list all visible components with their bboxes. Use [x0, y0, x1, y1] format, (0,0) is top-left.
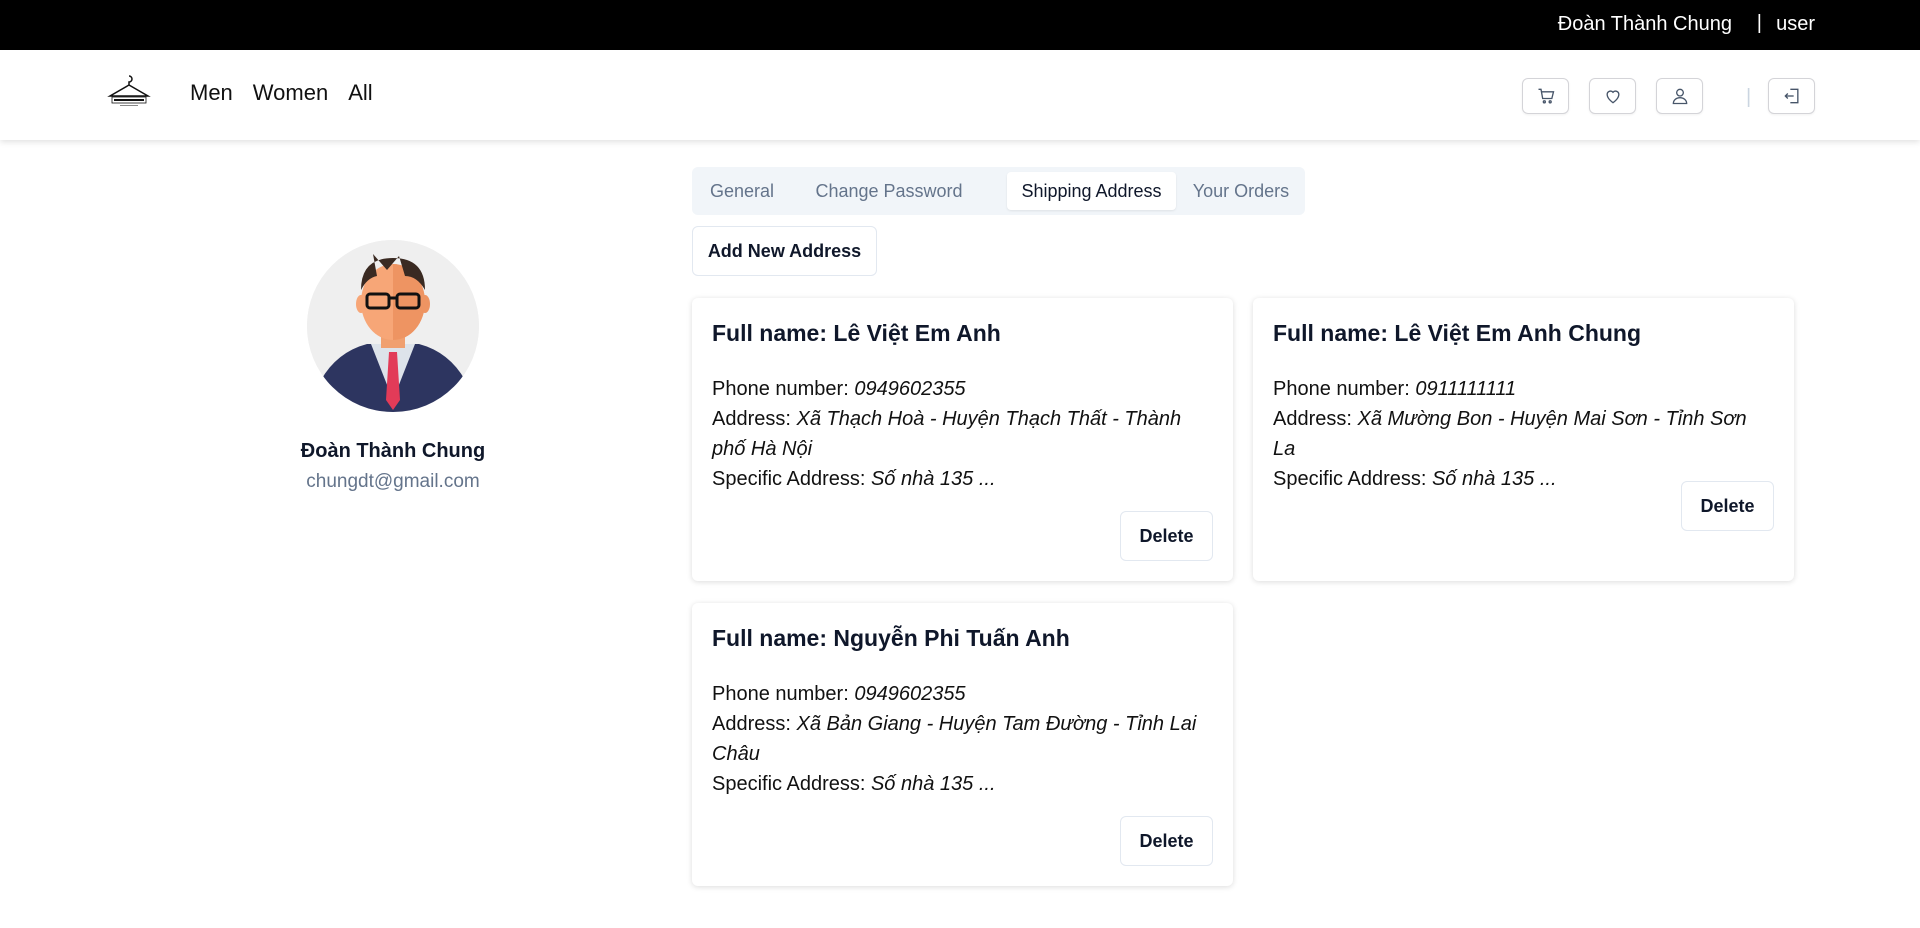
delete-button[interactable]: Delete	[1120, 816, 1213, 866]
phone-line: Phone number: 0911111111	[1273, 374, 1773, 404]
specific-value: Số nhà 135 ...	[870, 773, 996, 795]
phone-value: 0911111111	[1415, 378, 1517, 400]
delete-button[interactable]: Delete	[1681, 481, 1774, 531]
address-card: Full name: Lê Việt Em Anh Chung Phone nu…	[1253, 298, 1794, 581]
specific-value: Số nhà 135 ...	[1431, 468, 1557, 490]
main-header: Men Women All |	[0, 50, 1920, 140]
profile-tabs: General Change Password Shipping Address…	[692, 167, 1305, 215]
address-line: Address: Xã Bản Giang - Huyện Tam Đường …	[712, 709, 1212, 769]
specific-value: Số nhà 135 ...	[870, 468, 996, 490]
specific-line: Specific Address: Số nhà 135 ...	[712, 769, 1212, 799]
address-label: Address:	[1273, 408, 1358, 430]
address-full-name: Full name: Nguyễn Phi Tuấn Anh	[712, 625, 1070, 651]
phone-label: Phone number:	[712, 683, 855, 705]
specific-label: Specific Address:	[712, 468, 871, 490]
address-full-name: Full name: Lê Việt Em Anh Chung	[1273, 320, 1642, 346]
address-card: Full name: Lê Việt Em Anh Phone number: …	[692, 298, 1233, 581]
tab-your-orders[interactable]: Your Orders	[1186, 172, 1296, 210]
address-details: Phone number: 0911111111 Address: Xã Mườ…	[1273, 374, 1773, 494]
address-full-name: Full name: Lê Việt Em Anh	[712, 320, 1001, 346]
wishlist-button[interactable]	[1589, 78, 1636, 114]
logout-icon	[1783, 88, 1798, 104]
header-divider: |	[1746, 86, 1752, 108]
add-new-address-button[interactable]: Add New Address	[692, 226, 877, 276]
tab-shipping-address[interactable]: Shipping Address	[1007, 172, 1176, 210]
topbar-separator: |	[1756, 12, 1762, 34]
topbar-user-role[interactable]: user	[1776, 13, 1815, 36]
phone-value: 0949602355	[854, 378, 966, 400]
phone-label: Phone number:	[712, 378, 855, 400]
phone-line: Phone number: 0949602355	[712, 374, 1212, 404]
profile-name: Đoàn Thành Chung	[300, 440, 486, 462]
nav-men[interactable]: Men	[190, 80, 233, 106]
logout-button[interactable]	[1768, 78, 1815, 114]
delete-button[interactable]: Delete	[1120, 511, 1213, 561]
address-details: Phone number: 0949602355 Address: Xã Bản…	[712, 679, 1212, 799]
phone-value: 0949602355	[854, 683, 966, 705]
account-button[interactable]	[1656, 78, 1703, 114]
brand-logo[interactable]	[106, 74, 152, 108]
address-card: Full name: Nguyễn Phi Tuấn Anh Phone num…	[692, 603, 1233, 886]
tab-general[interactable]: General	[700, 172, 784, 210]
specific-label: Specific Address:	[712, 773, 871, 795]
topbar-user-name[interactable]: Đoàn Thành Chung	[1558, 13, 1732, 36]
phone-line: Phone number: 0949602355	[712, 679, 1212, 709]
user-icon	[1672, 88, 1687, 105]
address-label: Address:	[712, 408, 797, 430]
address-label: Address:	[712, 713, 797, 735]
avatar	[307, 240, 479, 412]
phone-label: Phone number:	[1273, 378, 1416, 400]
specific-line: Specific Address: Số nhà 135 ...	[712, 464, 1212, 494]
cart-icon	[1538, 88, 1554, 104]
address-details: Phone number: 0949602355 Address: Xã Thạ…	[712, 374, 1212, 494]
main-nav: Men Women All	[190, 80, 373, 106]
heart-icon	[1605, 90, 1620, 104]
profile-email: chungdt@gmail.com	[306, 471, 480, 492]
top-bar: Đoàn Thành Chung | user	[0, 0, 1920, 50]
nav-women[interactable]: Women	[253, 80, 328, 106]
specific-label: Specific Address:	[1273, 468, 1432, 490]
tab-change-password[interactable]: Change Password	[804, 172, 974, 210]
address-line: Address: Xã Thạch Hoà - Huyện Thạch Thất…	[712, 404, 1212, 464]
nav-all[interactable]: All	[348, 80, 372, 106]
address-line: Address: Xã Mường Bon - Huyện Mai Sơn - …	[1273, 404, 1773, 464]
cart-button[interactable]	[1522, 78, 1569, 114]
